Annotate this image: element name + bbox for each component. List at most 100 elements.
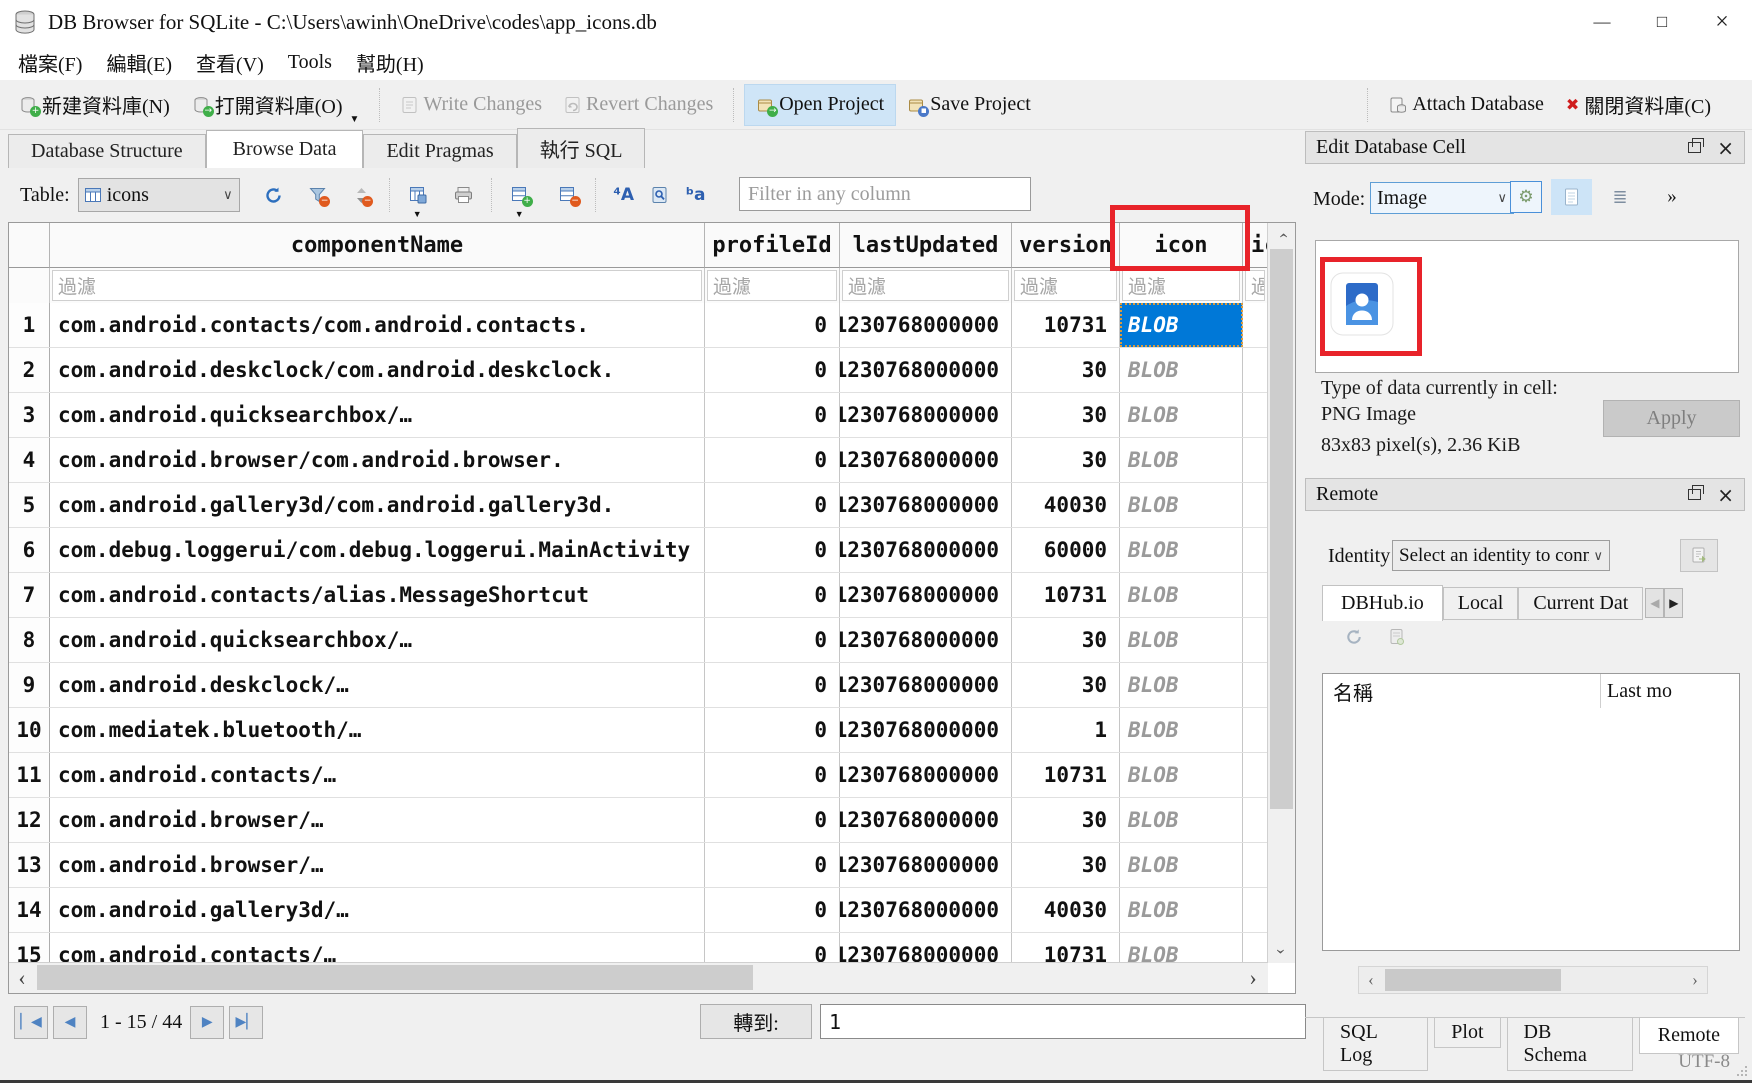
tab-database-structure[interactable]: Database Structure xyxy=(8,134,206,168)
cell-componentName[interactable]: com.android.browser/com.android.browser. xyxy=(50,438,705,482)
tab-scroll-right-icon[interactable]: ▶ xyxy=(1664,588,1683,618)
cell-lastUpdated[interactable]: 1230768000000 xyxy=(840,843,1012,887)
cell-componentName[interactable]: com.android.contacts/com.android.contact… xyxy=(50,303,705,347)
cell-lastUpdated[interactable]: 1230768000000 xyxy=(840,708,1012,752)
column-header-version[interactable]: version xyxy=(1012,223,1120,268)
cell-componentName[interactable]: com.android.browser/… xyxy=(50,798,705,842)
remote-file-list[interactable]: 名稱 Last mo xyxy=(1322,673,1740,951)
cell-lastUpdated[interactable]: 1230768000000 xyxy=(840,663,1012,707)
column-header-lastUpdated[interactable]: lastUpdated xyxy=(840,223,1012,268)
apply-button[interactable]: Apply xyxy=(1603,400,1740,437)
cell-icon-blob[interactable]: BLOB xyxy=(1120,393,1243,437)
cell-profileId[interactable]: 0 xyxy=(705,888,840,932)
refresh-remote-button[interactable] xyxy=(1345,628,1363,651)
remote-horizontal-scrollbar[interactable]: ‹ › xyxy=(1358,966,1708,994)
menu-tools[interactable]: Tools xyxy=(276,51,344,74)
cell-icon-blob[interactable]: BLOB xyxy=(1120,798,1243,842)
tab-browse-data[interactable]: Browse Data xyxy=(206,130,364,168)
cell-profileId[interactable]: 0 xyxy=(705,663,840,707)
cell-componentName[interactable]: com.android.contacts/alias.MessageShortc… xyxy=(50,573,705,617)
new-database-button[interactable]: + 新建資料庫(N) xyxy=(8,85,181,125)
import-data-button[interactable]: ⚙ xyxy=(1510,181,1542,213)
scroll-up-icon[interactable]: › xyxy=(1268,223,1295,247)
cell-lastUpdated[interactable]: 1230768000000 xyxy=(840,753,1012,797)
cell-version[interactable]: 60000 xyxy=(1012,528,1120,572)
attach-database-button[interactable]: Attach Database xyxy=(1378,85,1555,125)
cell-lastUpdated[interactable]: 1230768000000 xyxy=(840,573,1012,617)
horizontal-scrollbar-thumb[interactable] xyxy=(37,965,753,990)
revert-changes-button[interactable]: Revert Changes xyxy=(553,85,724,125)
scroll-right-icon[interactable]: › xyxy=(1683,967,1707,993)
close-database-button[interactable]: ✖ 關閉資料庫(C) xyxy=(1555,85,1722,125)
cell-icon-blob[interactable]: BLOB xyxy=(1120,843,1243,887)
tab-edit-pragmas[interactable]: Edit Pragmas xyxy=(363,134,516,168)
cell-partial[interactable] xyxy=(1243,798,1268,842)
cell-lastUpdated[interactable]: 1230768000000 xyxy=(840,528,1012,572)
scroll-left-icon[interactable]: ‹ xyxy=(9,963,35,993)
cell-version[interactable]: 30 xyxy=(1012,663,1120,707)
cell-componentName[interactable]: com.android.gallery3d/… xyxy=(50,888,705,932)
save-project-button[interactable]: ▪ Save Project xyxy=(896,85,1042,125)
write-changes-button[interactable]: Write Changes xyxy=(390,85,553,125)
cell-componentName[interactable]: com.android.gallery3d/com.android.galler… xyxy=(50,483,705,527)
goto-button[interactable]: 轉到: xyxy=(700,1004,812,1039)
float-panel-icon[interactable] xyxy=(1688,142,1701,153)
tab-scroll-left-icon[interactable]: ◀ xyxy=(1645,588,1664,618)
tab-plot[interactable]: Plot xyxy=(1434,1018,1500,1048)
cell-version[interactable]: 30 xyxy=(1012,348,1120,392)
cell-lastUpdated[interactable]: 1230768000000 xyxy=(840,303,1012,347)
tab-current-database[interactable]: Current Dat xyxy=(1518,587,1643,620)
scroll-left-icon[interactable]: ‹ xyxy=(1359,967,1383,993)
cell-profileId[interactable]: 0 xyxy=(705,843,840,887)
name-column-header[interactable]: 名稱 xyxy=(1323,674,1601,708)
filter-cell-profileId[interactable]: 過濾 xyxy=(705,268,840,303)
cell-profileId[interactable]: 0 xyxy=(705,348,840,392)
cell-partial[interactable] xyxy=(1243,888,1268,932)
resize-grip[interactable] xyxy=(1736,1064,1748,1082)
filter-cell-partial[interactable]: 過濾 xyxy=(1243,268,1268,303)
clear-sort-button[interactable]: − xyxy=(344,177,380,213)
cell-version[interactable]: 30 xyxy=(1012,843,1120,887)
cell-version[interactable]: 10731 xyxy=(1012,753,1120,797)
previous-page-button[interactable]: ◀ xyxy=(53,1006,87,1039)
next-page-button[interactable]: ▶ xyxy=(190,1006,224,1039)
clear-filters-button[interactable]: − xyxy=(300,177,336,213)
clone-database-button[interactable] xyxy=(1389,628,1405,651)
goto-row-input[interactable]: 1 xyxy=(820,1004,1306,1039)
cell-partial[interactable] xyxy=(1243,573,1268,617)
cell-lastUpdated[interactable]: 1230768000000 xyxy=(840,393,1012,437)
identity-selector[interactable]: Select an identity to conne ∨ xyxy=(1392,540,1610,571)
cell-partial[interactable] xyxy=(1243,753,1268,797)
import-certificate-button[interactable] xyxy=(1680,539,1718,572)
first-page-button[interactable]: ▏◀ xyxy=(14,1006,48,1039)
menu-help[interactable]: 幫助(H) xyxy=(344,48,436,77)
cell-componentName[interactable]: com.android.deskclock/com.android.deskcl… xyxy=(50,348,705,392)
cell-version[interactable]: 10731 xyxy=(1012,573,1120,617)
cell-version[interactable]: 30 xyxy=(1012,438,1120,482)
delete-record-button[interactable]: − xyxy=(550,177,586,213)
cell-icon-blob[interactable]: BLOB xyxy=(1120,708,1243,752)
cell-version[interactable]: 10731 xyxy=(1012,303,1120,347)
cell-icon-blob[interactable]: BLOB xyxy=(1120,528,1243,572)
cell-lastUpdated[interactable]: 1230768000000 xyxy=(840,483,1012,527)
horizontal-scrollbar[interactable]: ‹ › xyxy=(9,962,1268,993)
cell-componentName[interactable]: com.android.quicksearchbox/… xyxy=(50,618,705,662)
remote-scrollbar-thumb[interactable] xyxy=(1385,969,1561,991)
cell-profileId[interactable]: 0 xyxy=(705,528,840,572)
cell-partial[interactable] xyxy=(1243,483,1268,527)
open-database-dropdown-arrow[interactable]: ▼ xyxy=(350,114,360,125)
cell-version[interactable]: 1 xyxy=(1012,708,1120,752)
float-panel-icon[interactable] xyxy=(1688,489,1701,500)
find-button[interactable] xyxy=(642,177,678,213)
panel-overflow-button[interactable]: » xyxy=(1657,181,1687,213)
vertical-scrollbar-thumb[interactable] xyxy=(1270,249,1293,809)
filter-cell-componentName[interactable]: 過濾 xyxy=(50,268,705,303)
cell-profileId[interactable]: 0 xyxy=(705,618,840,662)
cell-profileId[interactable]: 0 xyxy=(705,303,840,347)
cell-icon-blob[interactable]: BLOB xyxy=(1120,438,1243,482)
text-view-button[interactable] xyxy=(1551,179,1592,215)
cell-version[interactable]: 30 xyxy=(1012,618,1120,662)
encoding-button[interactable]: ᵇa xyxy=(678,177,714,213)
cell-icon-blob[interactable]: BLOB xyxy=(1120,573,1243,617)
cell-partial[interactable] xyxy=(1243,393,1268,437)
